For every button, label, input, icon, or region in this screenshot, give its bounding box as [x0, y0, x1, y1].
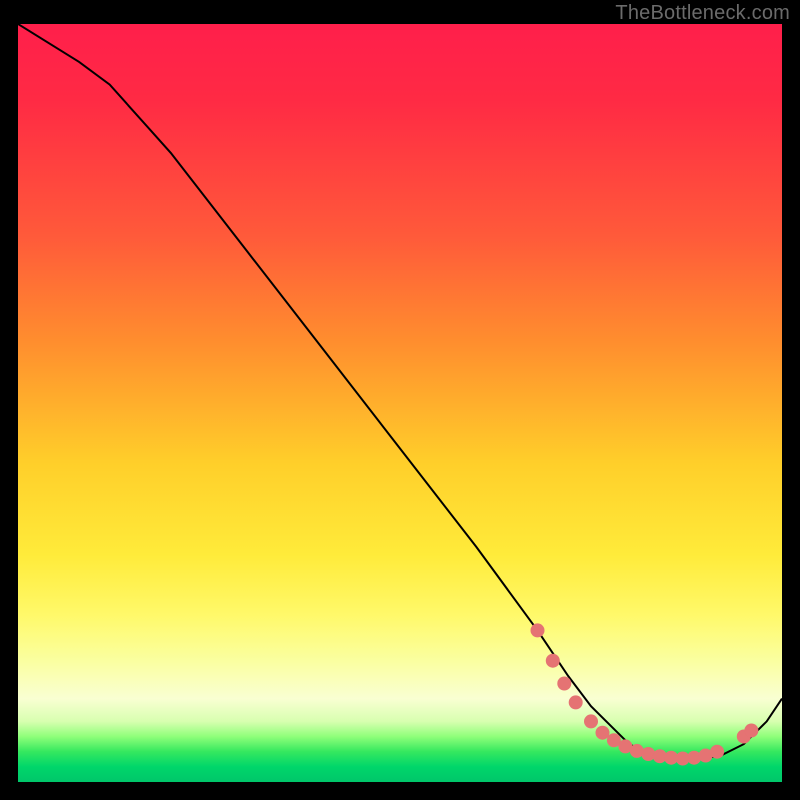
chart-overlay: [18, 24, 782, 782]
chart-stage: TheBottleneck.com: [0, 0, 800, 800]
attribution-label: TheBottleneck.com: [615, 2, 790, 25]
data-point: [584, 714, 598, 728]
data-point: [596, 726, 610, 740]
data-point: [710, 745, 724, 759]
data-point: [531, 623, 545, 637]
bottleneck-curve: [18, 24, 782, 759]
data-point: [546, 654, 560, 668]
data-point: [569, 695, 583, 709]
data-point: [557, 677, 571, 691]
plot-area: [18, 24, 782, 782]
data-point: [744, 724, 758, 738]
data-points: [531, 623, 759, 765]
